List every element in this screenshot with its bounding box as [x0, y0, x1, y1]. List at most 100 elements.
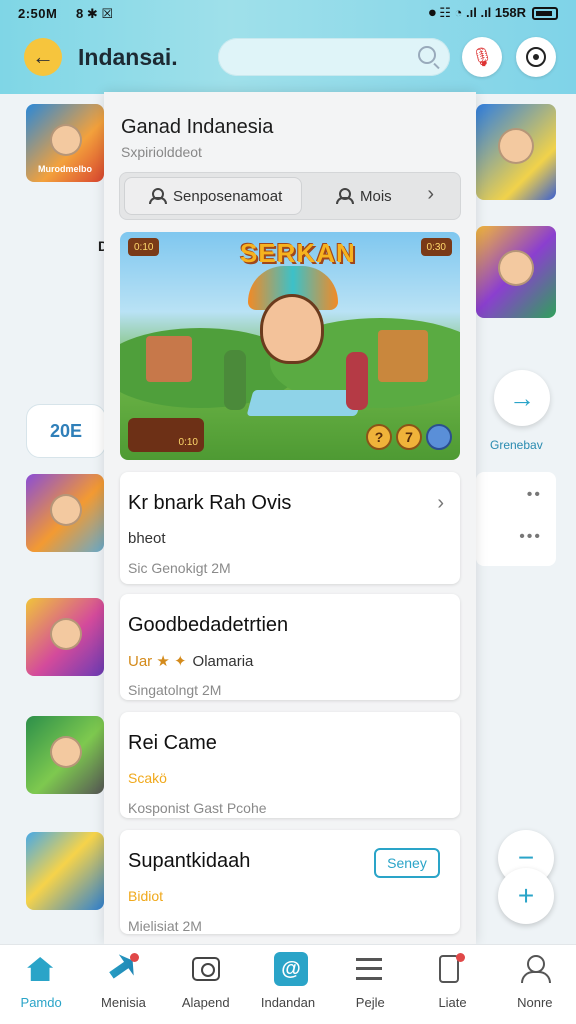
- card-title: Goodbedadetrtien: [128, 614, 289, 636]
- mic-icon: 🎙: [470, 46, 494, 67]
- count-pill[interactable]: 20E: [26, 404, 106, 458]
- chevron-right-icon: ›: [437, 492, 444, 514]
- tab-primary[interactable]: Senposenamoat: [124, 177, 302, 215]
- nav-label: Nonre: [517, 995, 553, 1010]
- status-right-text: ⏺ ☷ ◔ .ıl .ıl 158R: [429, 5, 526, 20]
- status-right: ⏺ ☷ ◔ .ıl .ıl 158R: [429, 5, 558, 21]
- nav-item-center[interactable]: @ Indandan: [247, 945, 329, 1024]
- back-button[interactable]: ←: [24, 38, 62, 76]
- search-icon: [418, 46, 436, 64]
- nav-item-camera[interactable]: Alapend: [165, 945, 247, 1024]
- card-action-button[interactable]: Seney: [374, 848, 440, 878]
- nav-label: Liate: [438, 995, 467, 1010]
- chevron-right-icon[interactable]: ›: [427, 183, 434, 206]
- avatar: [426, 424, 452, 450]
- character-face-icon: [50, 736, 82, 768]
- nav-label: Menisia: [101, 995, 146, 1010]
- banner-house: [378, 330, 428, 382]
- character-face-icon: [50, 124, 82, 156]
- status-time: 2:50M: [18, 6, 58, 21]
- profile-button[interactable]: [516, 37, 556, 77]
- right-card[interactable]: •• •••: [476, 472, 556, 566]
- tab-bar: Senposenamoat Mois ›: [119, 172, 461, 220]
- app-header: 2:50M 8 ✱ ☒ ⏺ ☷ ◔ .ıl .ıl 158R ← Indansa…: [0, 0, 576, 94]
- game-thumbnail[interactable]: [26, 716, 104, 794]
- game-card[interactable]: Rei Came Scakö Kosponist Gast Pcohe: [120, 712, 460, 818]
- banner-title: SERKAN: [240, 238, 356, 268]
- nav-item-phone[interactable]: Liate: [411, 945, 493, 1024]
- game-thumbnail-right[interactable]: [476, 226, 556, 318]
- nav-item-home[interactable]: Pamdo: [0, 945, 82, 1024]
- nav-item-profile[interactable]: Nonre: [494, 945, 576, 1024]
- plus-button[interactable]: +: [498, 868, 554, 924]
- nav-item-list[interactable]: Pejle: [329, 945, 411, 1024]
- mic-button[interactable]: 🎙: [462, 37, 502, 77]
- nav-item-tools[interactable]: Menisia: [82, 945, 164, 1024]
- list-icon: [356, 958, 383, 980]
- center-app-icon: @: [273, 952, 308, 986]
- card-meta: Kosponist Gast Pcohe: [128, 800, 267, 816]
- banner-house: [146, 336, 192, 382]
- plus-icon: +: [517, 880, 535, 911]
- banner-badge: 0:10: [128, 238, 160, 256]
- thumbnail-caption: Murodmelbo: [38, 164, 92, 174]
- user-icon: [336, 188, 354, 204]
- nav-label: Indandan: [260, 995, 316, 1010]
- status-left-icons: 8 ✱ ☒: [76, 6, 114, 21]
- more-icon[interactable]: ••: [527, 486, 542, 504]
- character-face-icon: [50, 618, 82, 650]
- status-bar: 2:50M 8 ✱ ☒ ⏺ ☷ ◔ .ıl .ıl 158R: [0, 0, 576, 28]
- game-card[interactable]: Goodbedadetrtien Uar ★ ✦ Olamaria Singato…: [120, 594, 460, 700]
- game-thumbnail[interactable]: [26, 832, 104, 910]
- card-meta: Sic Genokigt 2M: [128, 560, 231, 576]
- game-thumbnail-right[interactable]: [476, 104, 556, 200]
- coin-icon: ?: [366, 424, 392, 450]
- sheet-subtitle: Sxpiriolddeot: [121, 144, 202, 160]
- card-subtitle: Olamaria: [192, 653, 254, 670]
- card-subtitle: Bidiot: [128, 888, 164, 904]
- card-subtitle: Scakö: [128, 770, 167, 786]
- card-subtitle: bheot: [128, 530, 166, 547]
- camera-icon: [191, 957, 220, 981]
- game-card[interactable]: Kr bnark Rah Ovis › bheot Sic Genokigt 2…: [120, 472, 460, 584]
- search-input[interactable]: [218, 38, 450, 76]
- banner-badge: 0:30: [420, 238, 452, 256]
- sheet-title: Ganad Indanesia: [121, 116, 274, 138]
- game-card[interactable]: Supantkidaah Seney Bidiot Mielisiat 2M: [120, 830, 460, 934]
- user-icon: [149, 188, 167, 204]
- banner-coins: ? 7: [362, 422, 452, 452]
- arrow-left-icon: ←: [32, 44, 54, 69]
- game-thumbnail[interactable]: [26, 598, 104, 676]
- tab-primary-label: Senposenamoat: [173, 187, 283, 205]
- card-meta: Singatolngt 2M: [128, 682, 222, 698]
- card-title: Rei Came: [128, 732, 217, 754]
- character-face-icon: [498, 128, 534, 164]
- game-thumbnail[interactable]: [26, 474, 104, 552]
- character-face-icon: [498, 250, 534, 286]
- featured-game-banner[interactable]: SERKAN 0:10 0:30 0:10 ? 7: [120, 232, 460, 460]
- nav-label: Pamdo: [20, 995, 62, 1010]
- nav-label: Alapend: [181, 995, 230, 1010]
- more-icon[interactable]: •••: [519, 528, 542, 546]
- card-title: Kr bnark Rah Ovis: [128, 492, 292, 514]
- bottom-navigation: Pamdo Menisia Alapend @ Indandan Pejle L…: [0, 944, 576, 1024]
- arrow-right-icon: →: [509, 382, 535, 413]
- tab-secondary[interactable]: Mois: [336, 177, 392, 215]
- notification-dot: [130, 953, 140, 962]
- next-button[interactable]: →: [494, 370, 550, 426]
- card-title: Supantkidaah: [128, 850, 251, 872]
- profile-icon: [526, 47, 546, 67]
- banner-character: [346, 352, 368, 410]
- card-subtitle-row: Uar ★ ✦ Olamaria: [128, 652, 253, 670]
- notification-dot: [455, 953, 465, 962]
- app-title: Indansai.: [78, 44, 178, 70]
- banner-badge: 0:10: [128, 418, 204, 452]
- battery-icon: [532, 6, 558, 20]
- banner-hero: [260, 294, 324, 364]
- home-icon: [27, 957, 54, 981]
- right-caption: Grenebav: [490, 438, 543, 452]
- card-meta: Mielisiat 2M: [128, 918, 202, 934]
- user-icon: [520, 955, 551, 983]
- nav-label: Pejle: [355, 995, 385, 1010]
- game-thumbnail[interactable]: Murodmelbo: [26, 104, 104, 182]
